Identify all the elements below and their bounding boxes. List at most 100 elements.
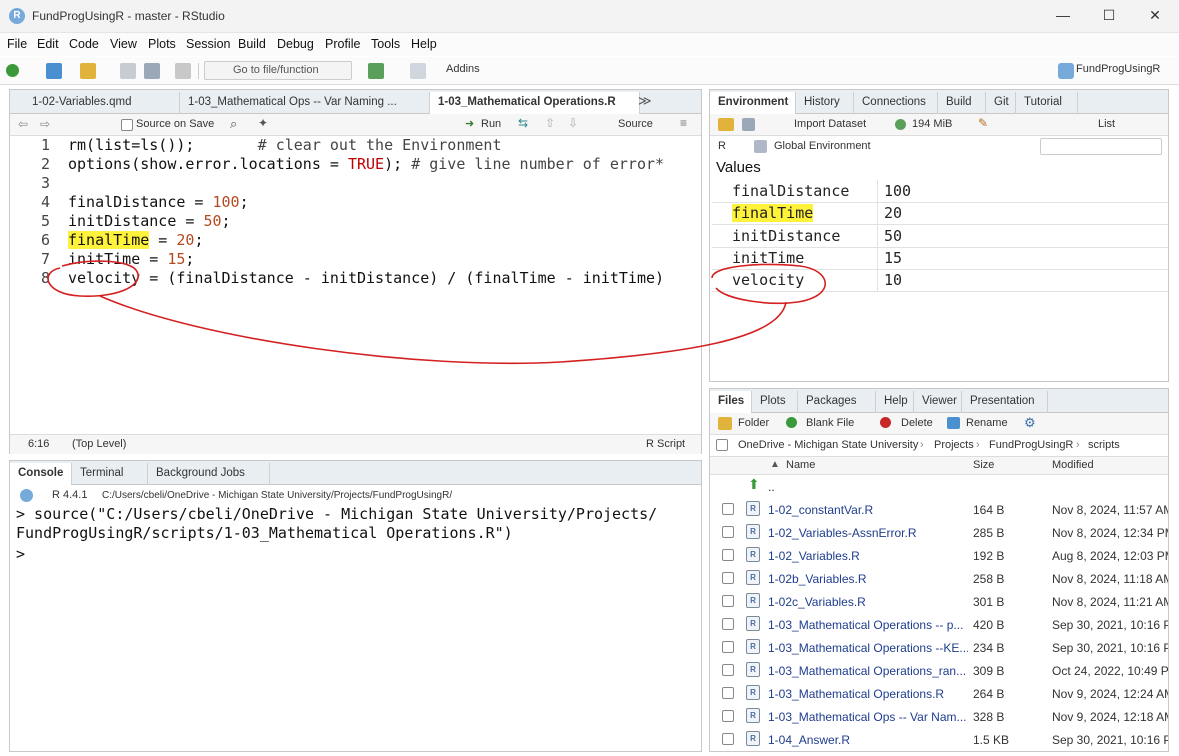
search-icon[interactable]: ⌕	[230, 116, 237, 132]
grid-layout-icon[interactable]	[410, 63, 426, 79]
save-workspace-icon[interactable]	[742, 118, 755, 131]
list-item[interactable]: R 1-02b_Variables.R 258 B Nov 8, 2024, 11:1…	[710, 567, 1168, 590]
addins-menu[interactable]: Addins	[446, 63, 480, 79]
tab-help[interactable]: Help	[876, 391, 914, 413]
maximize-button[interactable]: ☐	[1086, 0, 1132, 32]
list-item[interactable]: R 1-02_constantVar.R 164 B Nov 8, 2024, 11:…	[710, 498, 1168, 521]
list-item[interactable]: ⬆ ..	[710, 475, 1168, 498]
breadcrumb-scripts[interactable]: scripts	[1088, 439, 1120, 451]
column-size[interactable]: Size	[973, 459, 994, 471]
project-menu[interactable]: FundProgUsingR	[1076, 63, 1160, 79]
new-file-icon[interactable]	[6, 64, 19, 77]
new-project-icon[interactable]	[46, 63, 62, 79]
env-row[interactable]: initDistance 50	[712, 225, 1168, 248]
tab-git[interactable]: Git	[986, 92, 1016, 114]
magic-wand-icon[interactable]: ✦	[258, 116, 268, 130]
tab-variables-qmd[interactable]: 1-02-Variables.qmd	[24, 92, 180, 114]
menu-help[interactable]: Help	[411, 37, 437, 51]
open-file-icon[interactable]	[80, 63, 96, 79]
list-item[interactable]: R 1-03_Mathematical Ops -- Var Nam... 328 …	[710, 705, 1168, 728]
working-directory[interactable]: C:/Users/cbeli/OneDrive - Michigan State…	[102, 490, 452, 501]
list-item[interactable]: R 1-03_Mathematical Operations -- p... 420…	[710, 613, 1168, 636]
list-item[interactable]: R 1-02_Variables.R 192 B Aug 8, 2024, 12:03…	[710, 544, 1168, 567]
save-all-icon[interactable]	[144, 63, 160, 79]
broom-icon[interactable]: ✎	[978, 116, 988, 130]
down-chunk-icon[interactable]: ⇩	[568, 116, 578, 130]
tab-tutorial[interactable]: Tutorial	[1016, 92, 1078, 114]
scope-selector[interactable]: Global Environment	[774, 140, 871, 152]
print-icon[interactable]	[175, 63, 191, 79]
environment-search-input[interactable]	[1040, 138, 1162, 155]
list-item[interactable]: R 1-03_Mathematical Operations.R 264 B Nov …	[710, 682, 1168, 705]
rename-button[interactable]: Rename	[966, 417, 1008, 429]
column-name[interactable]: Name	[786, 459, 815, 471]
tab-connections[interactable]: Connections	[854, 92, 938, 114]
tab-terminal[interactable]: Terminal	[72, 463, 148, 485]
tab-files[interactable]: Files	[710, 391, 752, 414]
file-type-selector[interactable]: R Script	[646, 438, 685, 450]
scope-selector[interactable]: (Top Level)	[72, 438, 126, 450]
tab-background-jobs[interactable]: Background Jobs	[148, 463, 270, 485]
env-row[interactable]: finalDistance 100	[712, 180, 1168, 203]
tab-packages[interactable]: Packages	[798, 391, 876, 413]
tab-math-ops-var-naming[interactable]: 1-03_Mathematical Ops -- Var Naming ...	[180, 92, 430, 114]
new-folder-button[interactable]: Folder	[738, 417, 769, 429]
list-item[interactable]: R 1-04_Answer.R 1.5 KB Sep 30, 2021, 10:16 …	[710, 728, 1168, 751]
menu-code[interactable]: Code	[69, 37, 99, 51]
menu-debug[interactable]: Debug	[277, 37, 314, 51]
view-mode-menu[interactable]: List	[1098, 118, 1115, 130]
tab-history[interactable]: History	[796, 92, 854, 114]
blank-file-button[interactable]: Blank File	[806, 417, 854, 429]
menu-build[interactable]: Build	[238, 37, 266, 51]
menu-profile[interactable]: Profile	[325, 37, 360, 51]
build-tools-icon[interactable]	[368, 63, 384, 79]
tab-viewer[interactable]: Viewer	[914, 391, 962, 413]
forward-arrow-icon[interactable]: ⇨	[40, 117, 50, 131]
tab-console[interactable]: Console	[10, 463, 72, 486]
tab-build[interactable]: Build	[938, 92, 986, 114]
r-logo-icon	[20, 489, 33, 502]
list-item[interactable]: R 1-03_Mathematical Operations --KE... 234…	[710, 636, 1168, 659]
tab-plots[interactable]: Plots	[752, 391, 798, 413]
breadcrumb-fundprogusingr[interactable]: FundProgUsingR	[989, 439, 1073, 451]
source-on-save-checkbox[interactable]	[121, 119, 133, 131]
load-workspace-icon[interactable]	[718, 118, 734, 131]
env-row[interactable]: initTime 15	[712, 247, 1168, 270]
import-dataset-menu[interactable]: Import Dataset	[794, 118, 866, 130]
select-all-checkbox[interactable]	[716, 439, 728, 451]
menu-tools[interactable]: Tools	[371, 37, 400, 51]
rerun-icon[interactable]: ⇆	[518, 116, 528, 130]
list-item[interactable]: R 1-02_Variables-AssnError.R 285 B Nov 8, 2…	[710, 521, 1168, 544]
minimize-button[interactable]: —	[1040, 0, 1086, 32]
menu-view[interactable]: View	[110, 37, 137, 51]
language-selector[interactable]: R	[718, 140, 726, 152]
code-area[interactable]: 1 2 3 4 5 6 7 8 rm(list=ls()); # clear o…	[10, 136, 701, 432]
env-row[interactable]: finalTime 20	[712, 202, 1168, 225]
tab-presentation[interactable]: Presentation	[962, 391, 1048, 413]
source-button[interactable]: Source	[618, 118, 653, 130]
breadcrumb-projects[interactable]: Projects	[934, 439, 974, 451]
menu-plots[interactable]: Plots	[148, 37, 176, 51]
close-button[interactable]: ✕	[1132, 0, 1178, 32]
memory-usage[interactable]: 194 MiB	[912, 118, 952, 130]
back-arrow-icon[interactable]: ⇦	[18, 117, 28, 131]
goto-file-input[interactable]: Go to file/function	[204, 61, 352, 80]
delete-button[interactable]: Delete	[901, 417, 933, 429]
up-chunk-icon[interactable]: ⇧	[545, 116, 555, 130]
more-tabs-icon[interactable]: ≫	[638, 93, 652, 109]
run-button[interactable]: Run	[481, 118, 501, 130]
column-modified[interactable]: Modified	[1052, 459, 1094, 471]
breadcrumb-onedrive[interactable]: OneDrive - Michigan State University	[738, 439, 918, 451]
outline-icon[interactable]: ≡	[680, 116, 687, 130]
list-item[interactable]: R 1-02c_Variables.R 301 B Nov 8, 2024, 11:2…	[710, 590, 1168, 613]
env-row[interactable]: velocity 10	[712, 269, 1168, 292]
tab-environment[interactable]: Environment	[710, 92, 796, 115]
list-item[interactable]: R 1-03_Mathematical Operations_ran... 309 …	[710, 659, 1168, 682]
menu-file[interactable]: File	[7, 37, 27, 51]
gear-icon[interactable]: ⚙	[1024, 415, 1036, 431]
menu-session[interactable]: Session	[186, 37, 230, 51]
menu-edit[interactable]: Edit	[37, 37, 59, 51]
console-prompt[interactable]: >	[16, 545, 25, 563]
save-icon[interactable]	[120, 63, 136, 79]
tab-math-operations-r[interactable]: 1-03_Mathematical Operations.R	[430, 92, 640, 115]
